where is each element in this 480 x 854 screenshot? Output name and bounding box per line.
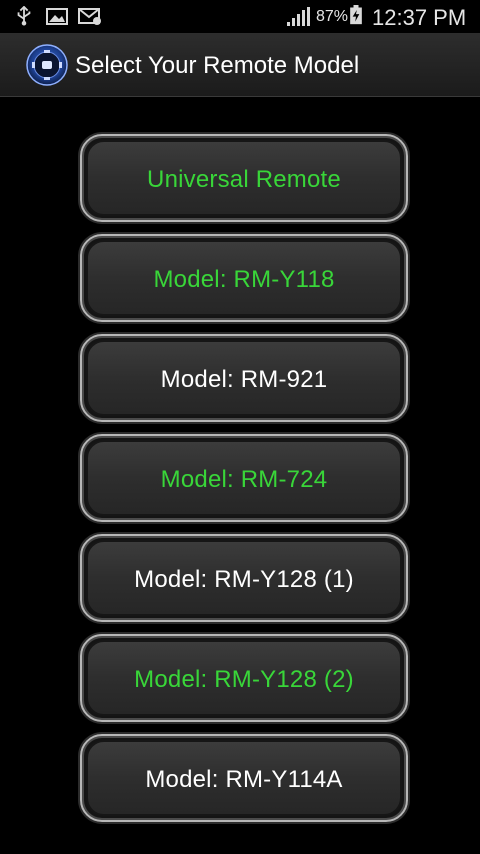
model-button-label: Model: RM-Y128 (1) <box>134 566 354 593</box>
charging-battery-icon <box>350 5 362 25</box>
usb-icon <box>17 6 31 26</box>
model-button-label: Model: RM-Y114A <box>145 766 343 793</box>
model-button-rm-y118[interactable]: Model: RM-Y118 <box>80 234 408 322</box>
status-bar: 87% 12:37 PM <box>0 0 480 33</box>
action-bar: Select Your Remote Model <box>0 33 480 97</box>
model-button-rm-724[interactable]: Model: RM-724 <box>80 434 408 522</box>
clock: 12:37 PM <box>372 5 467 30</box>
battery-percent: 87% <box>316 8 349 25</box>
model-button-label: Model: RM-724 <box>160 466 328 493</box>
model-button-label: Model: RM-921 <box>160 366 328 393</box>
email-icon <box>78 8 101 25</box>
model-button-universal-remote[interactable]: Universal Remote <box>80 134 408 222</box>
model-button-label: Model: RM-Y128 (2) <box>134 666 354 693</box>
signal-icon <box>287 7 310 26</box>
model-button-rm-y128-2[interactable]: Model: RM-Y128 (2) <box>80 634 408 722</box>
remote-app-icon[interactable] <box>26 44 68 86</box>
model-button-label: Universal Remote <box>147 166 341 193</box>
model-button-rm-y114a[interactable]: Model: RM-Y114A <box>80 734 408 822</box>
page-title: Select Your Remote Model <box>75 52 360 79</box>
model-button-rm-y128-1[interactable]: Model: RM-Y128 (1) <box>80 534 408 622</box>
model-button-rm-921[interactable]: Model: RM-921 <box>80 334 408 422</box>
model-button-label: Model: RM-Y118 <box>153 266 335 293</box>
image-icon <box>46 8 68 25</box>
